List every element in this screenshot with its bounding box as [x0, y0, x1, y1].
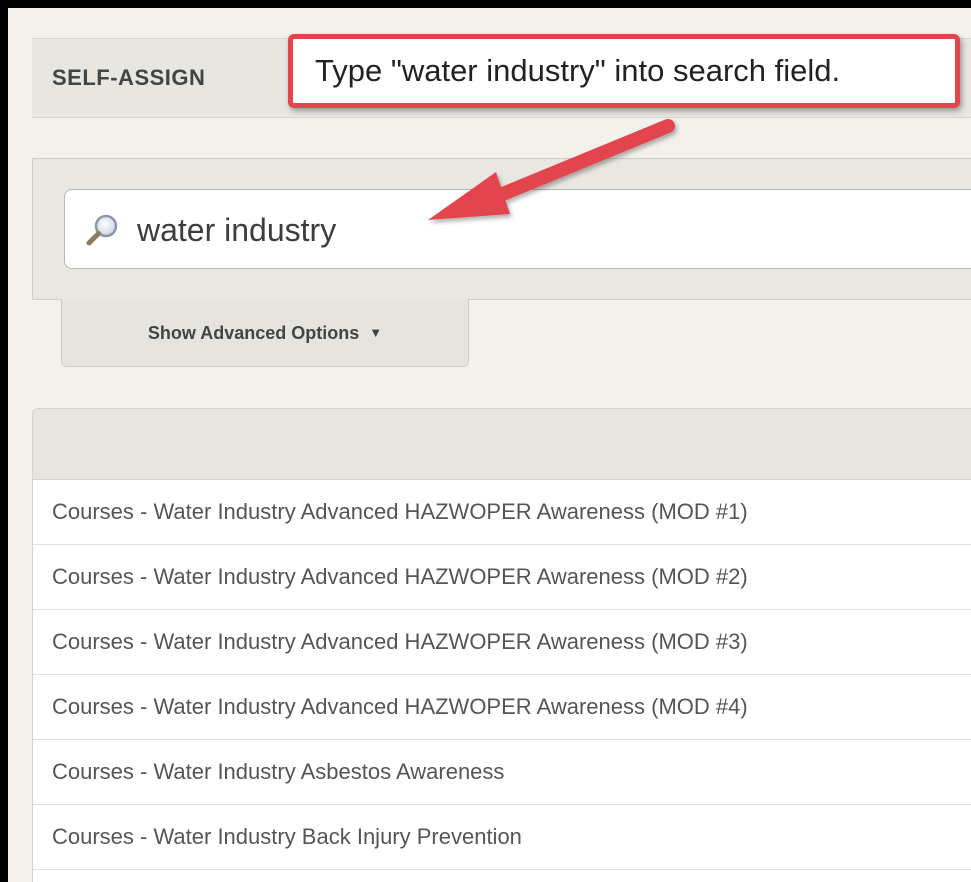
magnifier-icon: [86, 214, 118, 246]
list-item[interactable]: Courses - Water Industry Asbestos Awaren…: [33, 740, 971, 805]
list-item[interactable]: Courses - Water Industry Advanced HAZWOP…: [33, 545, 971, 610]
search-panel: water industry: [32, 158, 971, 300]
search-input[interactable]: water industry: [64, 189, 971, 269]
page-title: SELF-ASSIGN: [52, 65, 206, 90]
annotation-callout: Type "water industry" into search field.: [288, 34, 960, 108]
results-header: [33, 409, 971, 480]
list-item[interactable]: Courses - Water Industry Back Injury Pre…: [33, 805, 971, 870]
screen: SELF-ASSIGN water industry Show Advanced…: [8, 8, 971, 882]
annotation-text: Type "water industry" into search field.: [315, 53, 841, 88]
list-item[interactable]: Courses - Water Industry Advanced HAZWOP…: [33, 480, 971, 545]
show-advanced-options-button[interactable]: Show Advanced Options ▼: [61, 299, 469, 367]
advanced-options-label: Show Advanced Options: [147, 323, 360, 343]
results-list: Courses - Water Industry Advanced HAZWOP…: [32, 408, 971, 882]
caret-down-icon: ▼: [369, 325, 383, 340]
search-value: water industry: [137, 212, 337, 248]
list-item[interactable]: Courses - Water Industry Advanced HAZWOP…: [33, 675, 971, 740]
list-item[interactable]: Courses - Water Industry Advanced HAZWOP…: [33, 610, 971, 675]
